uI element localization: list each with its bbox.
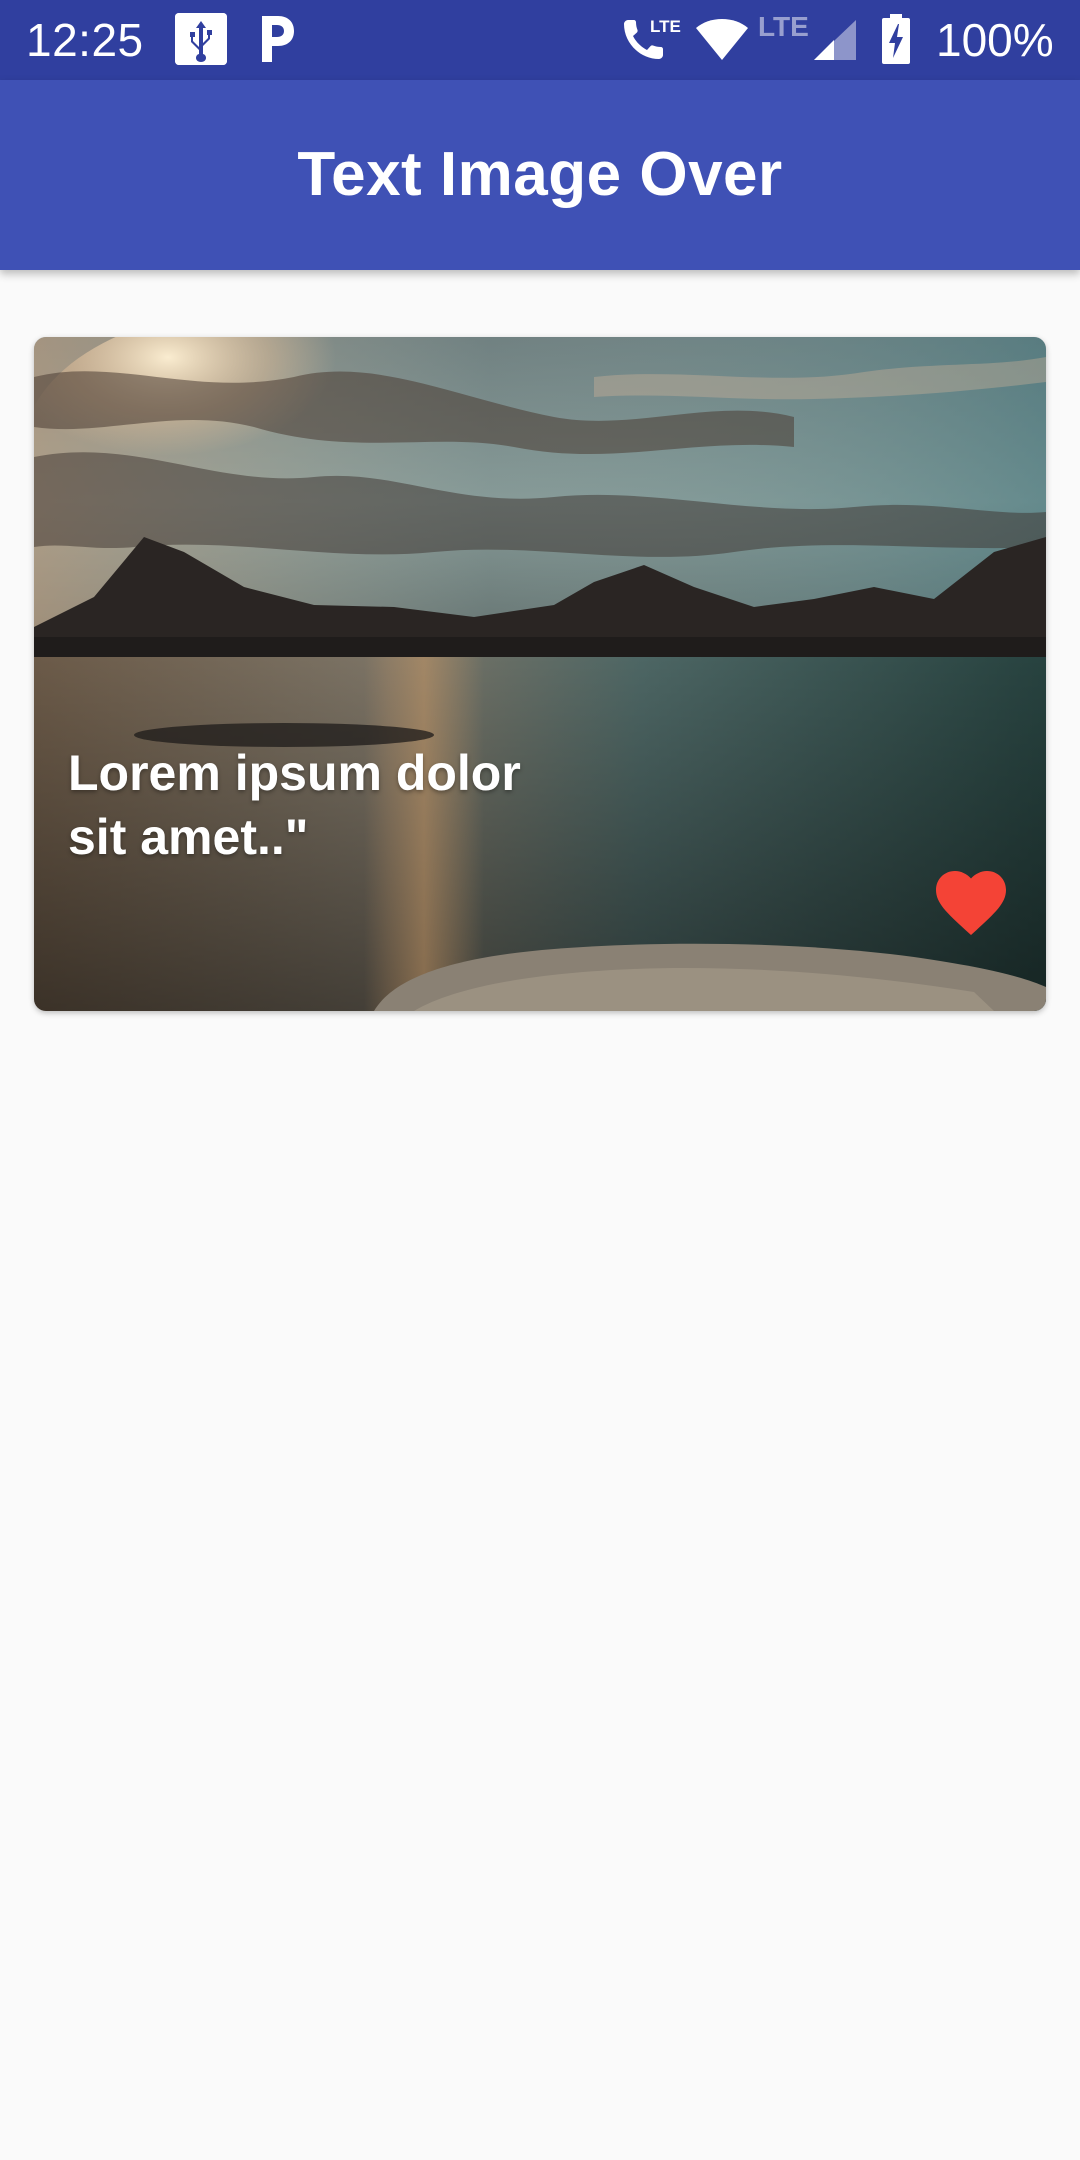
app-bar: Text Image Over <box>0 80 1080 270</box>
lte-secondary-label: LTE <box>758 11 809 42</box>
image-card[interactable]: Lorem ipsum dolor sit amet.." <box>34 337 1046 1011</box>
wifi-icon <box>694 16 750 62</box>
parking-icon <box>256 12 296 66</box>
lte-label: LTE <box>650 17 681 36</box>
volte-call-icon: LTE <box>620 14 682 64</box>
card-caption: Lorem ipsum dolor sit amet.." <box>68 745 521 865</box>
battery-percent: 100% <box>936 14 1054 66</box>
page-title: Text Image Over <box>297 139 783 209</box>
favorite-button[interactable] <box>934 869 1008 939</box>
status-bar: 12:25 LTE LTE 100% <box>0 0 1080 80</box>
battery-charging-icon <box>880 14 912 66</box>
status-time: 12:25 <box>26 14 144 66</box>
landscape-image <box>34 337 1046 1011</box>
heart-icon <box>936 871 1006 935</box>
signal-icon <box>812 18 858 62</box>
usb-icon <box>175 13 227 65</box>
